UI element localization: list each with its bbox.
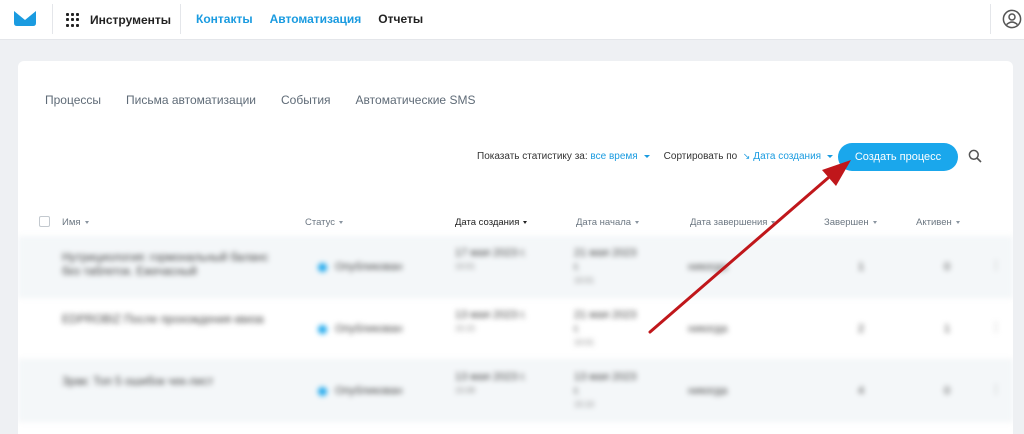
tab-auto-sms[interactable]: Автоматические SMS xyxy=(356,93,476,107)
nav-automation[interactable]: Автоматизация xyxy=(270,12,362,26)
status-dot-icon xyxy=(318,324,327,334)
header-started[interactable]: Дата начала xyxy=(576,217,640,228)
row-ended: никогда xyxy=(688,323,728,335)
row-created: 17 мая 2023 г. 10:01 xyxy=(455,247,527,271)
filters-bar: Показать статистику за: все время Сортир… xyxy=(477,151,834,162)
row-ended: никогда xyxy=(688,261,728,273)
row-status: Опубликован xyxy=(318,384,402,398)
table-row[interactable]: Нутрициология: гормональный баланс без т… xyxy=(18,236,1013,298)
header-status[interactable]: Статус xyxy=(305,217,344,228)
row-active: 1 xyxy=(944,323,951,335)
main-nav: Контакты Автоматизация Отчеты xyxy=(196,12,423,26)
header-name[interactable]: Имя xyxy=(62,217,89,228)
sub-tabs: Процессы Письма автоматизации События Ав… xyxy=(45,93,475,107)
mail-logo-icon[interactable] xyxy=(14,9,36,27)
sort-select[interactable]: ↘ Дата создания xyxy=(742,151,834,162)
tab-processes[interactable]: Процессы xyxy=(45,93,101,107)
top-bar: Инструменты Контакты Автоматизация Отчет… xyxy=(0,0,1024,40)
table-row[interactable]: EDPROBIZ После прохождения квиза Опублик… xyxy=(18,298,1013,360)
header-active[interactable]: Активен xyxy=(916,217,960,228)
row-ended: никогда xyxy=(688,385,728,397)
divider xyxy=(990,4,991,34)
nav-reports[interactable]: Отчеты xyxy=(378,12,423,26)
row-done: 1 xyxy=(858,261,865,273)
row-menu-icon[interactable]: ⋮ xyxy=(990,320,1002,334)
tab-events[interactable]: События xyxy=(281,93,331,107)
row-created: 13 мая 2023 г. 15:15 xyxy=(455,309,527,333)
user-icon[interactable] xyxy=(1002,9,1022,29)
tools-label: Инструменты xyxy=(90,13,172,27)
table-header: Имя Статус Дата создания Дата начала Дат… xyxy=(18,211,1013,235)
row-started: 21 мая 2023 г. 10:01 xyxy=(574,309,637,347)
stats-period-value: все время xyxy=(590,151,638,162)
status-dot-icon xyxy=(318,262,327,272)
chevron-down-icon xyxy=(827,154,834,158)
row-started: 21 мая 2023 г. 10:01 xyxy=(574,247,637,285)
grid-icon xyxy=(66,13,80,27)
row-active: 0 xyxy=(944,261,951,273)
row-name[interactable]: EDPROBIZ После прохождения квиза xyxy=(62,313,272,327)
row-menu-icon[interactable]: ⋮ xyxy=(990,382,1002,396)
row-name[interactable]: Нутрициология: гормональный баланс без т… xyxy=(62,251,272,279)
header-created[interactable]: Дата создания xyxy=(455,217,528,228)
sort-label: Сортировать по xyxy=(663,151,738,162)
divider xyxy=(180,4,181,34)
row-active: 0 xyxy=(944,385,951,397)
select-all-checkbox[interactable] xyxy=(39,216,50,227)
table-body: Нутрициология: гормональный баланс без т… xyxy=(18,236,1013,422)
status-dot-icon xyxy=(318,386,327,396)
content-card: Процессы Письма автоматизации События Ав… xyxy=(18,61,1013,434)
header-done[interactable]: Завершен xyxy=(824,217,877,228)
row-done: 2 xyxy=(858,323,865,335)
nav-contacts[interactable]: Контакты xyxy=(196,12,253,26)
header-ended[interactable]: Дата завершения xyxy=(690,217,776,228)
stats-period-label: Показать статистику за: xyxy=(477,151,588,162)
search-icon[interactable] xyxy=(968,149,982,163)
divider xyxy=(52,4,53,34)
sort-direction-icon: ↘ xyxy=(742,151,751,161)
tools-menu[interactable]: Инструменты xyxy=(66,10,171,30)
create-process-button[interactable]: Создать процесс xyxy=(838,143,958,171)
row-name[interactable]: Зрак: Топ 5 ошибок чек-лист xyxy=(62,375,272,389)
row-status: Опубликован xyxy=(318,260,402,274)
table-row[interactable]: Зрак: Топ 5 ошибок чек-лист Опубликован … xyxy=(18,360,1013,422)
row-done: 4 xyxy=(858,385,865,397)
stats-period-select[interactable]: все время xyxy=(590,151,650,162)
row-created: 13 мая 2023 г. 15:08 xyxy=(455,371,527,395)
sort-value: Дата создания xyxy=(753,151,822,162)
tab-automation-emails[interactable]: Письма автоматизации xyxy=(126,93,256,107)
row-menu-icon[interactable]: ⋮ xyxy=(990,258,1002,272)
row-started: 13 мая 2023 г. 15:10 xyxy=(574,371,637,409)
row-status: Опубликован xyxy=(318,322,402,336)
chevron-down-icon xyxy=(643,154,650,158)
